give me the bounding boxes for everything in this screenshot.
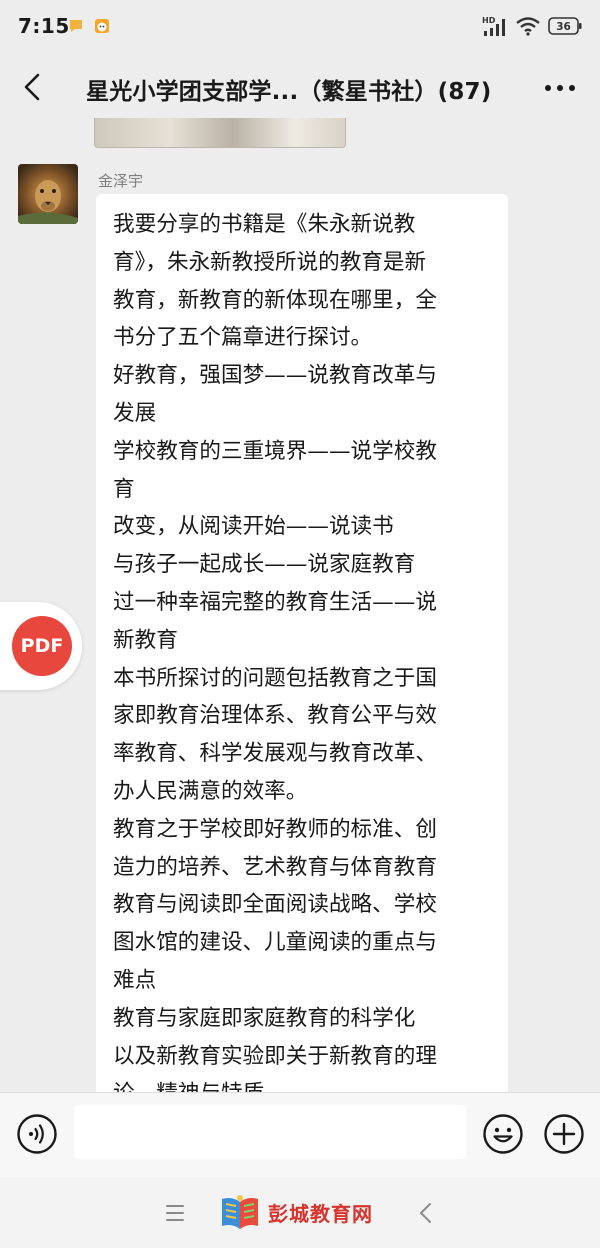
message-line: 学校教育的三重境界——说学校教 (113, 438, 437, 464)
wifi-icon (516, 17, 540, 36)
pdf-button[interactable]: PDF (12, 616, 72, 676)
face-notification-icon (95, 19, 109, 33)
message-line: 育》，朱永新教授所说的教育是新 (113, 249, 427, 275)
message-line: 教育之于学校即好教师的标准、创 (113, 816, 437, 842)
chat-header: 星光小学团支部学...（繁星书社）(87) (0, 56, 600, 118)
message-line: 我要分享的书籍是《朱永新说教 (113, 212, 416, 237)
message-line: 论、精神与特质。 (113, 1075, 494, 1092)
avatar[interactable] (18, 164, 78, 224)
signal-icon: HD (482, 16, 505, 36)
message-line: 书分了五个篇章进行探讨。 (113, 325, 373, 351)
message-line: 率教育、科学发展观与教育改革、 (113, 741, 437, 767)
message-line: 家即教育治理体系、教育公平与效 (113, 703, 437, 729)
book-logo-icon (222, 1195, 258, 1229)
status-time: 7:15 (18, 14, 70, 38)
sender-name: 金泽宇 (98, 172, 144, 190)
message-line: 教育，新教育的新体现在哪里，全 (113, 287, 437, 313)
previous-image-message[interactable] (94, 118, 346, 148)
chat-notification-icon (70, 20, 82, 32)
lion-avatar-image (18, 164, 78, 224)
plus-icon[interactable] (543, 1113, 585, 1155)
network-label: HD (482, 16, 496, 25)
system-nav-bar: 彭城教育网 (0, 1177, 600, 1248)
menu-icon[interactable] (160, 1201, 190, 1225)
message-line: 教育与家庭即家庭教育的科学化 (113, 1005, 416, 1031)
message-line: 造力的培养、艺术教育与体育教育 (113, 854, 437, 880)
message-line: 图水馆的建设、儿童阅读的重点与 (113, 930, 437, 956)
message-line: 改变，从阅读开始——说读书 (113, 514, 394, 540)
status-right: HD 36 (482, 14, 582, 38)
pdf-float-panel: PDF (0, 602, 82, 690)
message-line: 发展 (113, 400, 157, 426)
message-line: 育 (113, 476, 135, 502)
message-input[interactable] (74, 1105, 466, 1159)
message-bubble[interactable]: 我要分享的书籍是《朱永新说教 育》，朱永新教授所说的教育是新 教育，新教育的新体… (96, 194, 508, 1092)
message-line: 过一种幸福完整的教育生活——说 (113, 589, 437, 615)
status-bar: 7:15 HD 36 (0, 0, 600, 56)
watermark: 彭城教育网 (218, 1189, 373, 1235)
message-line: 办人民满意的效率。 (113, 778, 308, 804)
input-bar (0, 1092, 600, 1177)
message-line: 与孩子一起成长——说家庭教育 (113, 552, 416, 578)
watermark-text: 彭城教育网 (268, 1201, 373, 1226)
more-dots-icon[interactable] (542, 78, 578, 98)
chat-area[interactable]: 金泽宇 我要分享的书籍是《朱永新说教 育》，朱永新教授所说的教育是新 教育，新教… (0, 118, 600, 1092)
battery-level: 36 (556, 21, 571, 33)
nav-back-icon[interactable] (414, 1199, 438, 1227)
chat-title: 星光小学团支部学...（繁星书社）(87) (86, 79, 492, 105)
chevron-left-icon[interactable] (14, 68, 50, 106)
message-line: 以及新教育实验即关于新教育的理 (113, 1043, 437, 1069)
battery-icon: 36 (548, 17, 582, 35)
message-line: 难点 (113, 967, 157, 993)
emoji-icon[interactable] (482, 1113, 524, 1155)
message-line: 教育与阅读即全面阅读战略、学校 (113, 892, 437, 918)
message-line: 好教育，强国梦——说教育改革与 (113, 363, 437, 389)
voice-icon[interactable] (16, 1113, 58, 1155)
message-line: 新教育 (113, 627, 178, 653)
message-line: 本书所探讨的问题包括教育之于国 (113, 665, 437, 691)
